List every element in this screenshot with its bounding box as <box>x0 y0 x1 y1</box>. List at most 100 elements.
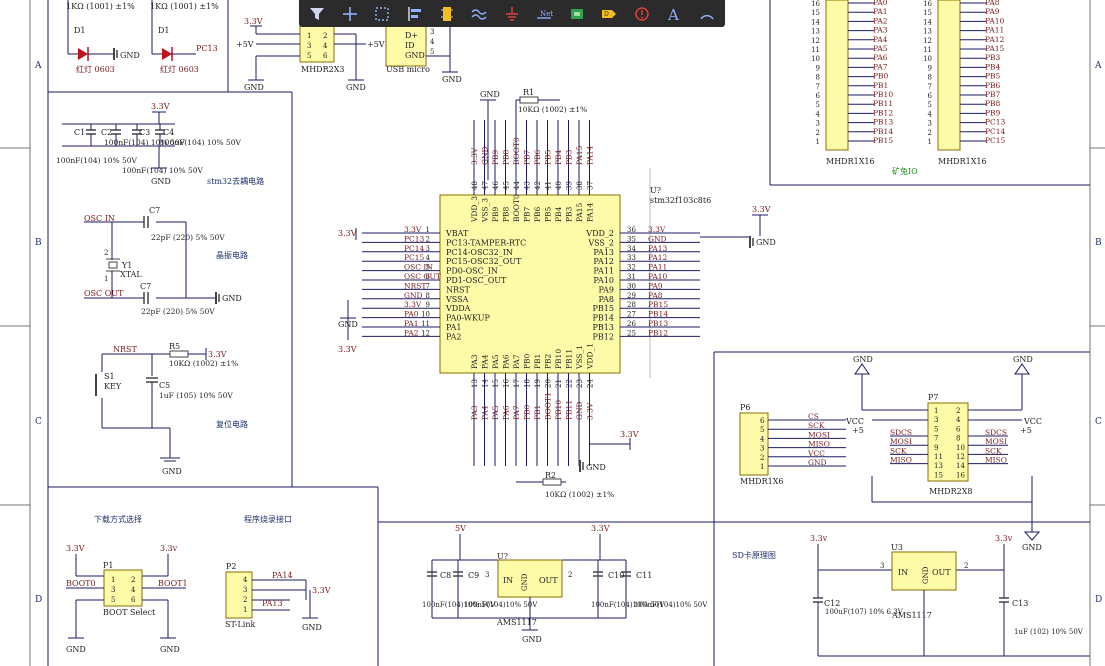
mcu-pin-number: 8 <box>426 292 430 300</box>
boot-gnd-a: GND <box>66 645 86 654</box>
p7-net-label-left: MOSI <box>890 437 912 446</box>
p7-pin-number: 5 <box>934 425 938 433</box>
schematic-canvas[interactable]: A B C D A B C D 1KΩ (1001) ±1% 1KΩ (1001… <box>0 0 1105 666</box>
usb-pin-label: GND <box>405 51 425 60</box>
arc-button[interactable] <box>695 3 719 25</box>
mcu-pin-number: 40 <box>555 181 563 190</box>
stlink-pin: 2 <box>243 596 247 604</box>
p6-net-label: VCC <box>807 449 825 458</box>
place-part-button[interactable] <box>435 3 459 25</box>
mcu-net-label: PA2 <box>404 328 419 337</box>
add-wire-button[interactable] <box>338 3 362 25</box>
mcu-pin-name: PA9 <box>598 285 614 294</box>
component-button[interactable] <box>565 3 589 25</box>
mcu-pin-number: 37 <box>587 181 595 190</box>
reset-section: NRST R5 10KΩ (1002) ±1% 3.3V S1 KEY C5 1… <box>95 342 248 476</box>
header-net-label: PA1 <box>873 7 888 16</box>
port-button[interactable]: D <box>597 3 621 25</box>
r2-ref: R2 <box>545 471 556 480</box>
filter-button[interactable] <box>305 3 329 25</box>
power-gnd-button[interactable] <box>500 3 524 25</box>
hdr16-left-body <box>825 0 849 151</box>
mcu-pin-name: PB15 <box>593 304 614 313</box>
reset-key: KEY <box>104 382 122 391</box>
p7-net-label-right: SDCS <box>985 428 1007 437</box>
usb-connector: D+ ID GND 3 4 5 GND USB micro <box>385 25 462 84</box>
mcu-pin-name: PA2 <box>446 332 462 341</box>
align-button[interactable] <box>403 3 427 25</box>
led-1-symbol <box>78 48 88 60</box>
cap-ref: C2 <box>101 128 112 137</box>
text-button[interactable]: A <box>662 3 686 25</box>
header-pin-number: 12 <box>923 37 932 45</box>
mcu-pin-name: VDD_3 <box>470 196 479 223</box>
mcu-net-label: PB7 <box>523 149 532 165</box>
mcu-net-label: 3.3V <box>404 300 422 309</box>
ground-icon <box>505 6 518 21</box>
mcu-pin-name: PB2 <box>544 353 553 369</box>
mcu-net-label: PA8 <box>648 291 663 300</box>
led-pc13: PC13 <box>196 44 218 53</box>
p7-net-label-right: MISO <box>985 456 1007 465</box>
svg-text:Net: Net <box>540 10 553 18</box>
mcu-pin-number: 33 <box>627 254 636 262</box>
mcu-pin-number: 29 <box>627 292 636 300</box>
boot-pin: 5 <box>111 596 115 604</box>
ams-a-5v: 5V <box>455 524 466 533</box>
mcu-pin-number: 44 <box>513 181 521 190</box>
mcu-pin-number: 42 <box>534 181 542 190</box>
hdr16-right-pins: 16 PA815 PA914 PA1013 PA1112 PA1211 PA1510 PB39… <box>923 0 1005 146</box>
mcu-net-label: PA11 <box>648 263 667 272</box>
mcu-net-label: PA13 <box>648 244 668 253</box>
mcu-pin-name: PC15-OSC32_OUT <box>446 257 522 266</box>
header-net-label: PA7 <box>873 62 888 71</box>
p7-net-label-left: SDCS <box>890 428 912 437</box>
mcu-pin-name: PB11 <box>565 349 574 369</box>
p7-pin-number: 16 <box>956 471 965 479</box>
header-pin-number: 13 <box>811 28 820 36</box>
mcu-part: stm32f103c8t6 <box>650 196 711 205</box>
hdr3-pin: 5 <box>307 52 311 60</box>
off-sheet-button[interactable] <box>630 3 654 25</box>
mcu-pin-number: 13 <box>471 379 479 388</box>
mcu-pin-number: 39 <box>566 181 574 190</box>
plus-icon <box>342 6 357 21</box>
mcu-pin-name: PB10 <box>554 349 563 369</box>
boot-pin: 4 <box>131 586 136 594</box>
mcu-right-gnd: GND <box>756 238 776 247</box>
header-pin-number: 8 <box>816 74 820 82</box>
header-net-label: PB13 <box>873 118 893 127</box>
header-pin-number: 3 <box>928 120 932 128</box>
ams-b-p2: 2 <box>964 562 968 570</box>
mcu-pin-name: PB6 <box>533 206 542 222</box>
header-pin-number: 14 <box>811 18 820 26</box>
p7-pin-number: 13 <box>934 462 943 470</box>
ams-a-out: OUT <box>539 576 558 585</box>
ams-a-p3: 3 <box>485 571 489 579</box>
p6-pin-number: 4 <box>760 435 765 443</box>
ldo-5v: 5V 3.3V U? IN OUT 3 2 GND GND AMS1117 C8… <box>422 524 708 644</box>
mcu-net-label: PB1 <box>533 405 542 420</box>
sd-5v-right: +5 <box>1020 426 1032 435</box>
select-rect-button[interactable] <box>370 3 394 25</box>
mcu-pin-name: PA6 <box>502 354 511 369</box>
stlink-pin: 3 <box>243 586 247 594</box>
hdr3-gnd-1: GND <box>244 83 264 92</box>
bus-button[interactable] <box>467 3 491 25</box>
mcu-pin-number: 20 <box>545 379 553 388</box>
bus-icon <box>471 8 487 20</box>
header-net-label: PB7 <box>985 90 1001 99</box>
p6-pin-number: 1 <box>760 463 764 471</box>
header-net-label: PB8 <box>985 99 1001 108</box>
mcu-net-label: OSC OUT <box>404 272 441 281</box>
mcu-pin-name: PB4 <box>554 206 563 222</box>
boot-header-body <box>103 569 143 607</box>
mcu-net-label: PA12 <box>648 253 668 262</box>
mcu-pin-name: PB1 <box>533 354 542 369</box>
header-net-label: PA2 <box>873 16 888 25</box>
mcu-pin-number: 26 <box>627 320 636 328</box>
gpio-headers: 16 PA015 PA114 PA213 PA312 PA411 PA510 PA69 PA78… <box>811 0 1006 176</box>
p6-pin-number: 5 <box>760 426 764 434</box>
net-label-button[interactable]: Net <box>532 3 556 25</box>
hdr3-pin: 1 <box>307 32 311 40</box>
